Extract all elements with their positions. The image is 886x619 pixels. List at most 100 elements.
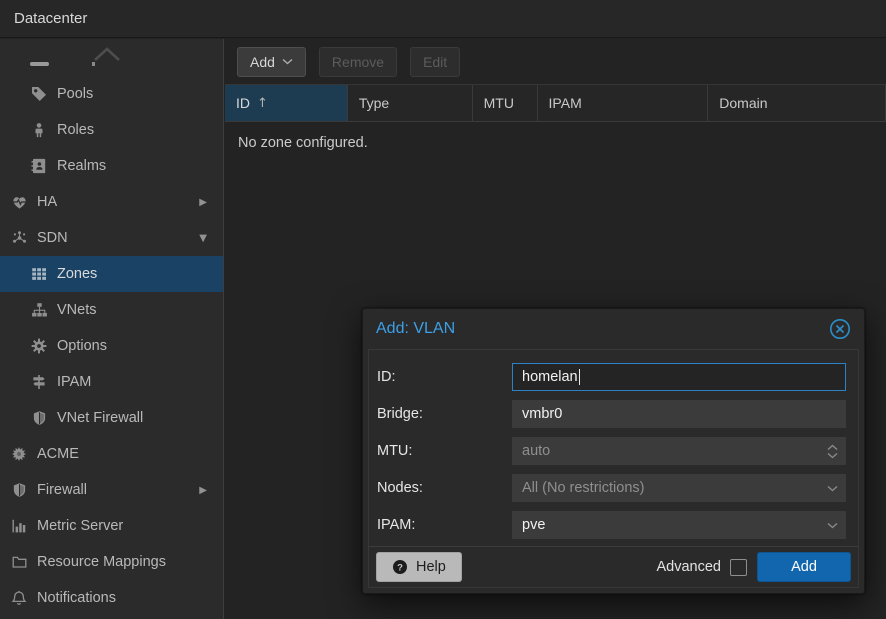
add-button-label: Add [250, 54, 275, 70]
add-button[interactable]: Add [237, 47, 306, 77]
edit-button-label: Edit [423, 54, 447, 70]
ipam-field-label: IPAM: [377, 517, 512, 533]
sidebar-item-label: SDN [37, 230, 68, 246]
sidebar-item-options[interactable]: Options [0, 328, 223, 364]
sidebar-item-label: Metric Server [37, 518, 123, 534]
address-book-icon [30, 158, 48, 174]
dialog-form: ID:homelanBridge:vmbr0MTU:autoNodes:All … [368, 349, 859, 553]
advanced-label: Advanced [657, 559, 722, 575]
column-header-label: IPAM [549, 95, 582, 111]
sidebar-item-resource-mappings[interactable]: Resource Mappings [0, 544, 223, 580]
chevron-down-icon [282, 58, 293, 65]
form-row-mtu: MTU: auto [377, 437, 846, 465]
caret-right-icon[interactable]: ▶ [199, 485, 207, 496]
map-signs-icon [30, 374, 48, 390]
sidebar-item-label: Roles [57, 122, 94, 138]
sidebar-item-label: Firewall [37, 482, 87, 498]
grid-icon [30, 266, 48, 282]
gear-icon [30, 338, 48, 354]
caret-right-icon[interactable]: ▶ [199, 197, 207, 208]
dropdown-trigger[interactable] [827, 512, 838, 538]
form-row-ipam: IPAM: pve [377, 511, 846, 539]
edit-button: Edit [410, 47, 460, 77]
svg-text:?: ? [397, 562, 403, 573]
sidebar-item-label: Notifications [37, 590, 116, 606]
help-button-label: Help [416, 559, 446, 575]
heartbeat-icon [10, 194, 28, 210]
sidebar-item-realms[interactable]: Realms [0, 148, 223, 184]
column-header-label: Type [359, 95, 389, 111]
sidebar-item-ipam[interactable]: IPAM [0, 364, 223, 400]
column-header-mtu[interactable]: MTU [473, 85, 538, 121]
sidebar-item-label: Realms [57, 158, 106, 174]
partial-item-icon [30, 62, 49, 66]
remove-button: Remove [319, 47, 397, 77]
sidebar-item-pools[interactable]: Pools [0, 76, 223, 112]
caret-down-icon[interactable]: ▼ [199, 233, 207, 244]
sidebar-item-acme[interactable]: ACME [0, 436, 223, 472]
dialog-header[interactable]: Add: VLAN [363, 309, 864, 349]
sidebar-item-label: HA [37, 194, 57, 210]
sidebar-item-vnets[interactable]: VNets [0, 292, 223, 328]
mtu-input[interactable]: auto [512, 437, 846, 465]
dialog-title: Add: VLAN [376, 320, 455, 338]
shield-icon [10, 482, 28, 498]
id-value: homelan [522, 369, 578, 385]
mtu-field-label: MTU: [377, 443, 512, 459]
top-bar: Datacenter [0, 0, 886, 38]
shield-icon [30, 410, 48, 426]
column-header-type[interactable]: Type [348, 85, 473, 121]
column-header-label: MTU [484, 95, 514, 111]
question-icon: ? [392, 559, 408, 575]
sidebar-item-metric-server[interactable]: Metric Server [0, 508, 223, 544]
help-button[interactable]: ? Help [376, 552, 462, 582]
chevron-down-icon [827, 485, 838, 492]
mtu-placeholder: auto [522, 443, 550, 459]
network-icon [10, 230, 28, 246]
user-icon [30, 122, 48, 138]
sidebar-item-vnet-firewall[interactable]: VNet Firewall [0, 400, 223, 436]
remove-button-label: Remove [332, 54, 384, 70]
column-header-domain[interactable]: Domain [708, 85, 886, 121]
sidebar-item-label: ACME [37, 446, 79, 462]
text-cursor [579, 369, 581, 385]
sidebar-item-label: Resource Mappings [37, 554, 166, 570]
add-submit-button[interactable]: Add [757, 552, 851, 582]
bridge-input[interactable]: vmbr0 [512, 400, 846, 428]
ipam-select[interactable]: pve [512, 511, 846, 539]
column-header-id[interactable]: ID ↑ [225, 85, 348, 121]
close-icon[interactable] [829, 318, 851, 340]
sidebar-item-label: Zones [57, 266, 97, 282]
chevron-up-icon [92, 46, 122, 63]
id-input[interactable]: homelan [512, 363, 846, 391]
dropdown-trigger[interactable] [827, 475, 838, 501]
form-row-id: ID:homelan [377, 363, 846, 391]
nodes-select[interactable]: All (No restrictions) [512, 474, 846, 502]
ipam-value: pve [522, 517, 545, 533]
tag-icon [30, 86, 48, 102]
column-header-label: ID [236, 95, 250, 111]
sort-ascending-icon: ↑ [257, 96, 268, 111]
sidebar-item-label: IPAM [57, 374, 91, 390]
advanced-checkbox[interactable] [730, 559, 747, 576]
spinner-buttons[interactable] [827, 438, 838, 464]
sidebar-item-label: VNets [57, 302, 97, 318]
sidebar-item-roles[interactable]: Roles [0, 112, 223, 148]
table-header: ID ↑ Type MTU IPAM Domain [225, 85, 886, 122]
sidebar-scroll-indicator[interactable] [0, 39, 223, 76]
sidebar-item-sdn[interactable]: SDN ▼ [0, 220, 223, 256]
sidebar-item-zones[interactable]: Zones [0, 256, 223, 292]
page-title: Datacenter [14, 10, 87, 27]
bell-icon [10, 590, 28, 606]
sidebar-item-firewall[interactable]: Firewall ▶ [0, 472, 223, 508]
add-vlan-dialog: Add: VLAN ID:homelanBridge:vmbr0MTU:auto… [362, 308, 865, 594]
sidebar-item-notifications[interactable]: Notifications [0, 580, 223, 616]
column-header-label: Domain [719, 95, 767, 111]
chevron-down-icon[interactable] [827, 452, 838, 459]
column-header-ipam[interactable]: IPAM [538, 85, 709, 121]
bar-chart-icon [10, 518, 28, 534]
chevron-up-icon[interactable] [827, 444, 838, 451]
sidebar-item-ha[interactable]: HA ▶ [0, 184, 223, 220]
chevron-down-icon [827, 522, 838, 529]
sidebar: Pools Roles Realms HA ▶ SDN ▼ Zones VNets Options… [0, 39, 224, 619]
